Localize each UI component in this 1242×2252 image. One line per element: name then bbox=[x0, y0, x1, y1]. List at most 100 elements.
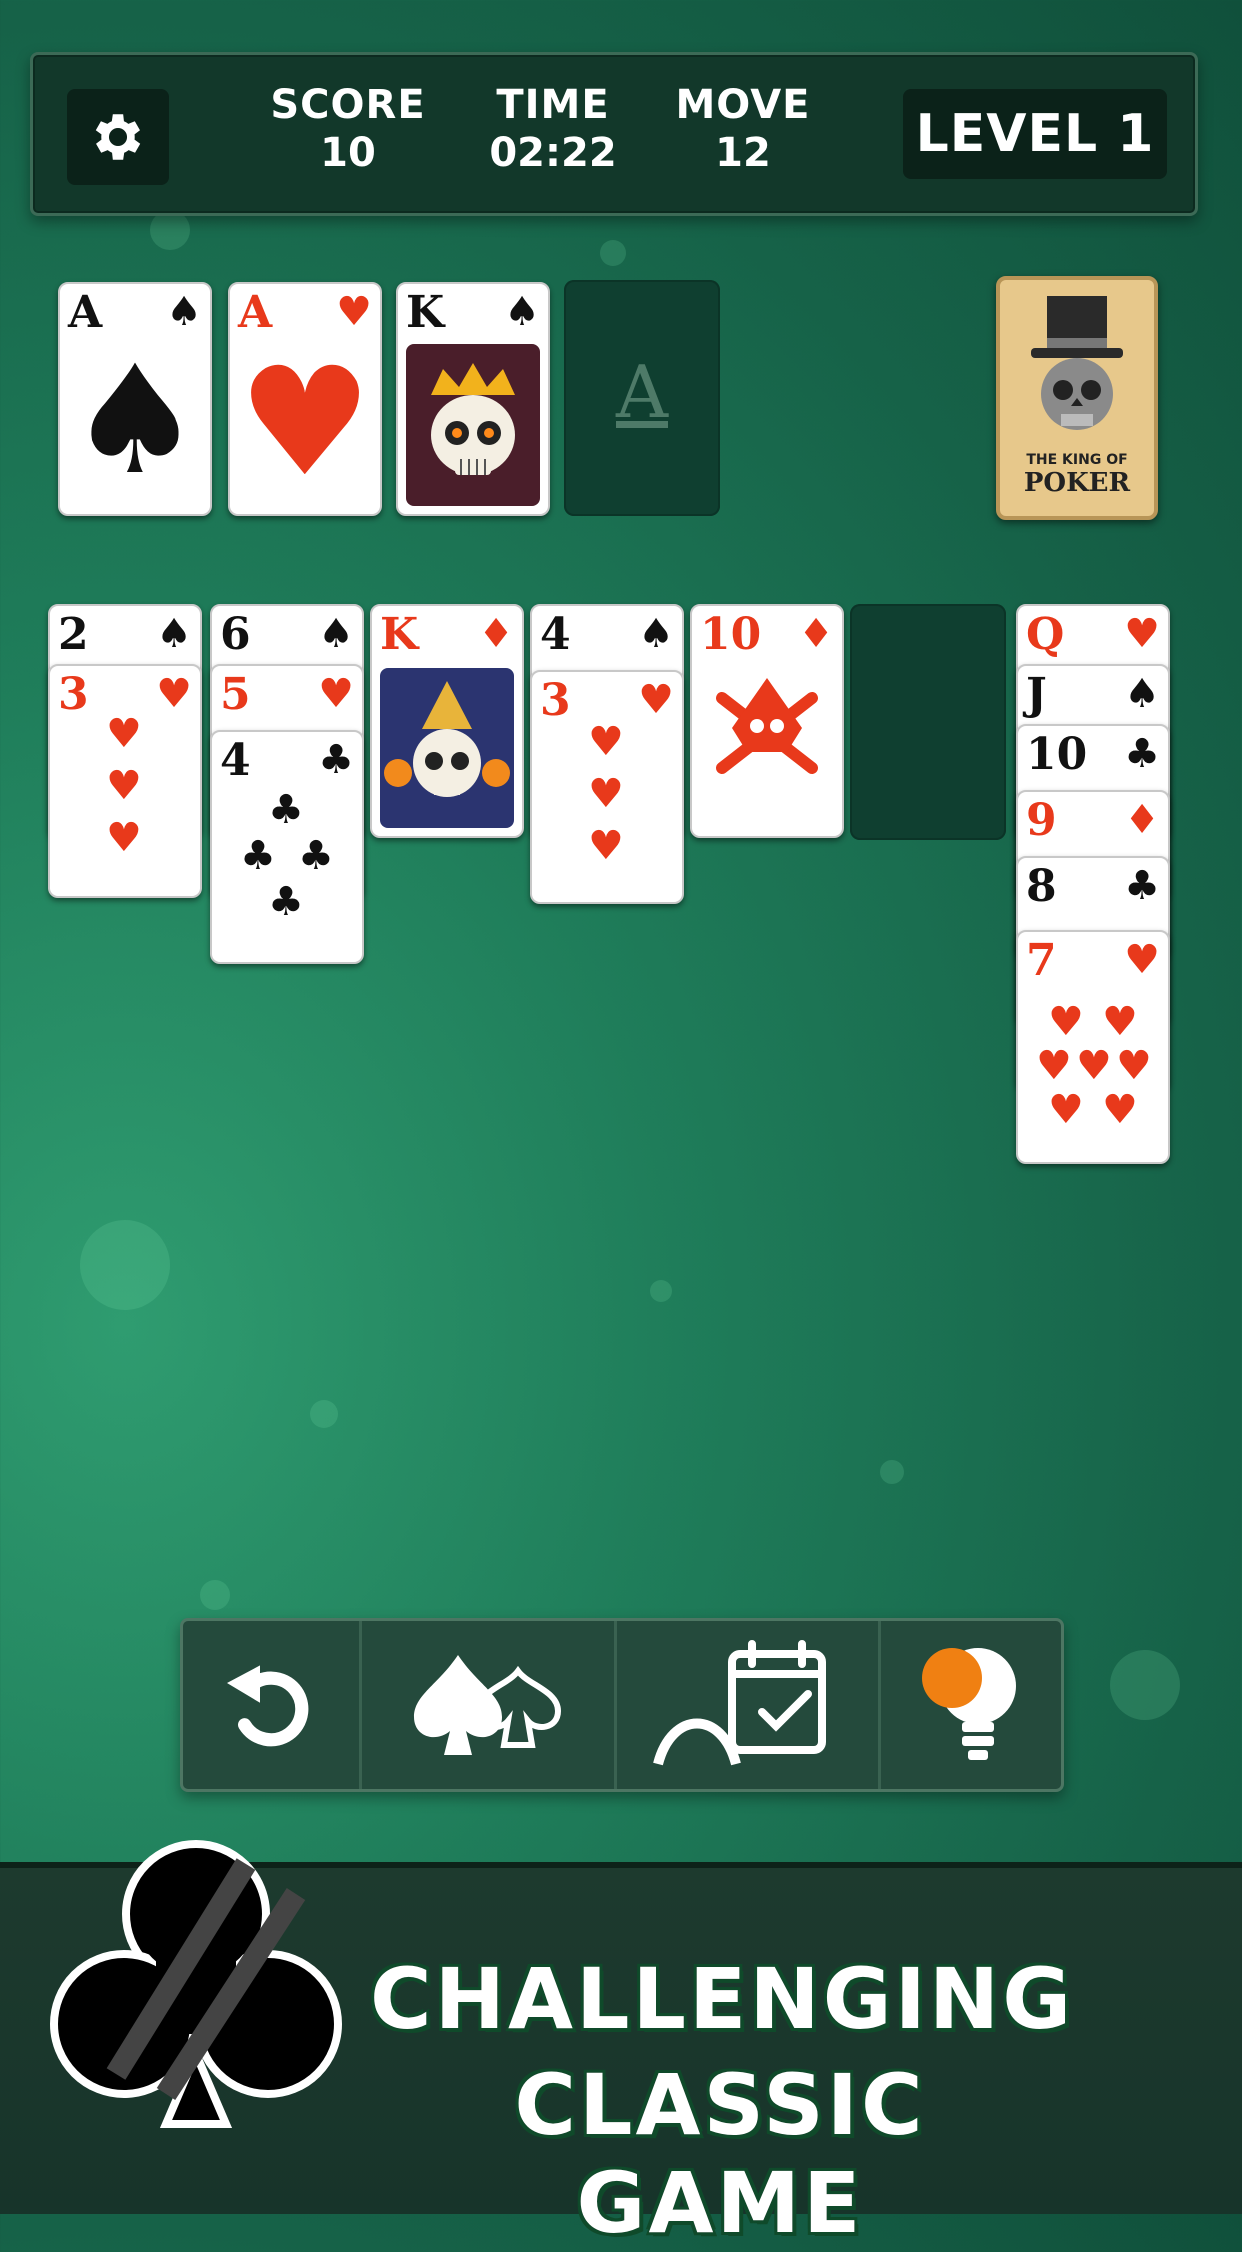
foundation-placeholder-letter: A bbox=[616, 350, 668, 434]
tagline-line2: CLASSIC GAME bbox=[514, 2056, 926, 2252]
skull-king-art bbox=[406, 344, 540, 506]
card-suit: ♥ bbox=[1124, 937, 1160, 983]
card-rank: 6 bbox=[220, 609, 251, 660]
tagline-line1: CHALLENGING bbox=[370, 1950, 1075, 2048]
stock-caption-line1: THE KING OF bbox=[1026, 452, 1128, 468]
card-suit: ♠ bbox=[166, 289, 202, 335]
heart-pip-icon: ♥ bbox=[1116, 1043, 1152, 1089]
bokeh-decoration bbox=[1110, 1650, 1180, 1720]
settings-button[interactable] bbox=[67, 89, 169, 185]
bottom-toolbar bbox=[180, 1618, 1064, 1792]
top-hat-skull-icon bbox=[1031, 296, 1123, 430]
card-suit: ♥ bbox=[318, 671, 354, 717]
card-rank: 3 bbox=[540, 675, 571, 726]
heart-pip-icon: ♥ bbox=[1048, 999, 1084, 1045]
card-rank: A bbox=[238, 287, 273, 338]
score-display: SCORE 10 bbox=[258, 81, 438, 177]
heart-pip-icon: ♥ bbox=[588, 719, 624, 765]
move-label: MOVE bbox=[675, 82, 811, 128]
time-label: TIME bbox=[496, 82, 610, 128]
heart-pip-icon: ♥ bbox=[588, 823, 624, 869]
heart-pip-icon: ♥ bbox=[1102, 1087, 1138, 1133]
card-suit: ♥ bbox=[1124, 611, 1160, 657]
spade-ornament-icon bbox=[413, 1655, 561, 1755]
bokeh-decoration bbox=[650, 1280, 672, 1302]
tableau-card[interactable]: 7 ♥ ♥ ♥ ♥ ♥ ♥ ♥ ♥ bbox=[1016, 930, 1170, 1164]
bokeh-decoration bbox=[600, 240, 626, 266]
gear-icon bbox=[95, 114, 141, 160]
tableau-card[interactable]: 3 ♥ ♥ ♥ ♥ bbox=[530, 670, 684, 904]
empty-foundation-slot[interactable]: A bbox=[564, 280, 720, 516]
heart-pip-icon: ♥ bbox=[1076, 1043, 1112, 1089]
card-rank: 9 bbox=[1026, 795, 1057, 846]
top-hud: SCORE 10 TIME 02:22 MOVE 12 LEVEL 1 bbox=[30, 52, 1198, 216]
card-rank: 10 bbox=[1026, 729, 1088, 780]
card-rank: K bbox=[406, 287, 445, 338]
bokeh-decoration bbox=[880, 1460, 904, 1484]
daily-calendar-icon bbox=[653, 1640, 827, 1766]
score-label: SCORE bbox=[270, 82, 426, 128]
card-suit: ♠ bbox=[638, 611, 674, 657]
card-suit: ♦ bbox=[1124, 797, 1160, 843]
card-suit: ♦ bbox=[478, 611, 514, 657]
card-rank: J bbox=[1026, 669, 1047, 720]
tableau-card[interactable]: 3 ♥ ♥ ♥ ♥ bbox=[48, 664, 202, 898]
club-pip-icon: ♣ bbox=[268, 787, 304, 833]
skull-pumpkin-icon bbox=[384, 681, 510, 797]
level-badge: LEVEL 1 bbox=[903, 89, 1167, 179]
promo-banner: CHALLENGING CLASSIC GAME bbox=[0, 1840, 1242, 2252]
undo-button[interactable] bbox=[183, 1621, 363, 1789]
heart-pip-icon: ♥ bbox=[106, 763, 142, 809]
card-rank: K bbox=[380, 609, 419, 660]
foundation-card[interactable]: K ♠ bbox=[396, 282, 550, 516]
stock-caption-line2: POKER bbox=[1023, 468, 1131, 498]
card-suit: ♦ bbox=[798, 611, 834, 657]
card-suit: ♥ bbox=[156, 671, 192, 717]
heart-pip-icon: ♥ bbox=[588, 771, 624, 817]
empty-tableau-slot[interactable] bbox=[850, 604, 1006, 840]
stock-pile[interactable]: THE KING OF POKER bbox=[996, 276, 1158, 520]
card-suit: ♠ bbox=[504, 289, 540, 335]
move-value: 12 bbox=[715, 130, 771, 176]
club-pip-icon: ♣ bbox=[268, 879, 304, 925]
club-pip-icon: ♣ bbox=[298, 833, 334, 879]
bokeh-decoration bbox=[80, 1220, 170, 1310]
card-rank: 7 bbox=[1026, 935, 1057, 986]
skull-crossbones-icon bbox=[716, 678, 818, 774]
heart-pip-icon: ♥ bbox=[1102, 999, 1138, 1045]
tableau-card[interactable]: 4 ♣ ♣ ♣ ♣ ♣ bbox=[210, 730, 364, 964]
heart-pip-icon: ♥ bbox=[1036, 1043, 1072, 1089]
card-suit: ♣ bbox=[318, 737, 354, 783]
heart-pip-icon: ♥ bbox=[106, 815, 142, 861]
heart-pip-icon: ♥ bbox=[1048, 1087, 1084, 1133]
skull-crown-icon bbox=[431, 363, 515, 475]
daily-challenge-button[interactable] bbox=[617, 1621, 881, 1789]
time-value: 02:22 bbox=[489, 130, 617, 176]
foundation-card[interactable]: A ♥ ♥ bbox=[228, 282, 382, 516]
bokeh-decoration bbox=[150, 210, 190, 250]
club-logo-icon bbox=[50, 1840, 342, 2128]
card-rank: 4 bbox=[540, 609, 571, 660]
card-suit: ♠ bbox=[1124, 671, 1160, 717]
card-suit: ♥ bbox=[638, 677, 674, 723]
card-suit: ♣ bbox=[1124, 731, 1160, 777]
tableau-card[interactable]: K ♦ bbox=[370, 604, 524, 838]
foundation-card[interactable]: A ♠ ♠ bbox=[58, 282, 212, 516]
card-style-button[interactable] bbox=[362, 1621, 617, 1789]
heart-art-icon: ♥ bbox=[237, 336, 373, 510]
tableau-card[interactable]: 10 ♦ bbox=[690, 604, 844, 838]
card-rank: 10 bbox=[700, 609, 762, 660]
move-display: MOVE 12 bbox=[653, 81, 833, 177]
heart-pip-icon: ♥ bbox=[106, 711, 142, 757]
spade-art-icon: ♠ bbox=[67, 334, 203, 508]
hint-bulb-icon bbox=[921, 1648, 1016, 1760]
card-suit: ♣ bbox=[1124, 863, 1160, 909]
club-pip-icon: ♣ bbox=[240, 833, 276, 879]
hint-button[interactable] bbox=[881, 1621, 1061, 1789]
card-rank: 4 bbox=[220, 735, 251, 786]
time-display: TIME 02:22 bbox=[463, 81, 643, 177]
card-rank: 2 bbox=[58, 609, 89, 660]
undo-icon bbox=[227, 1665, 309, 1747]
card-rank: 5 bbox=[220, 669, 251, 720]
card-rank: 3 bbox=[58, 669, 89, 720]
